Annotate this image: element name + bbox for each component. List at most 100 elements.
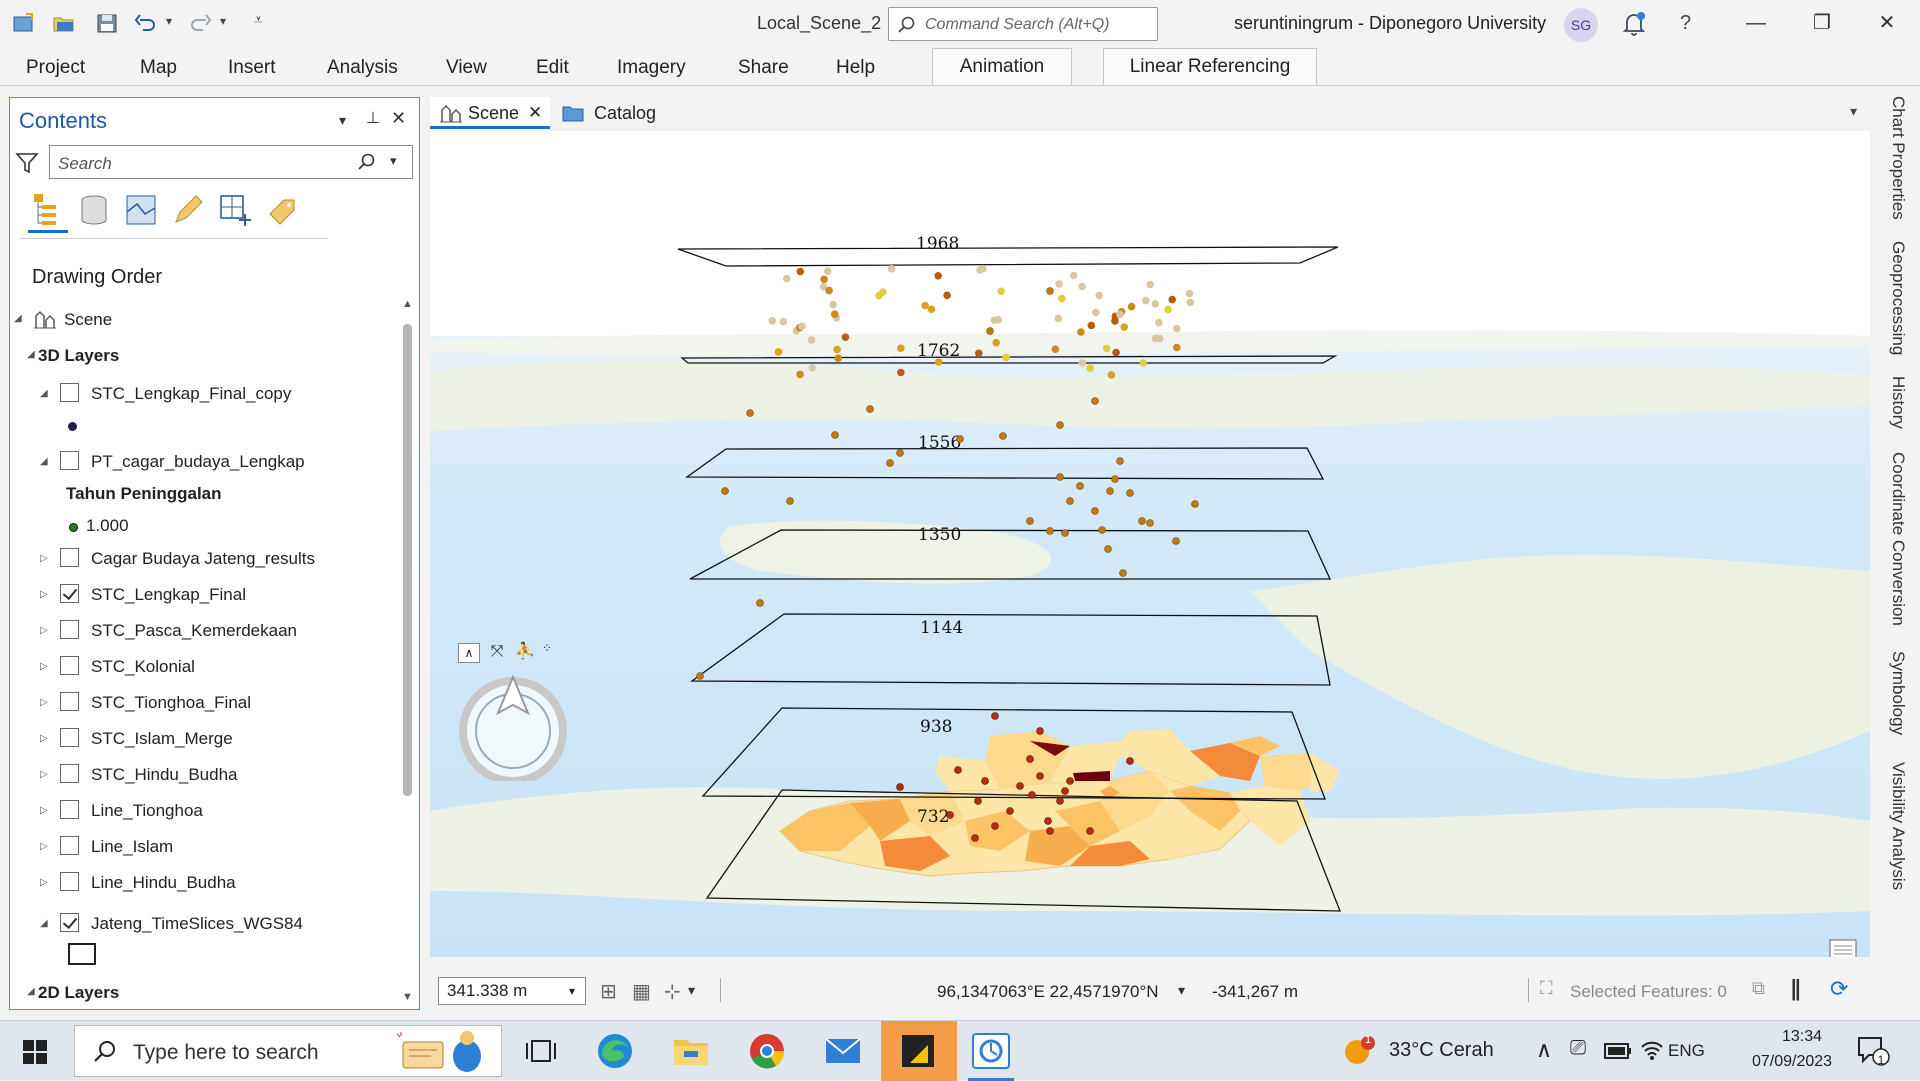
- expand-arrow-icon[interactable]: ▷: [40, 589, 48, 600]
- walk-icon[interactable]: ⛹: [514, 643, 536, 663]
- side-tab-coordinate-conversion[interactable]: Coordinate Conversion: [1888, 452, 1908, 626]
- scene-view[interactable]: 1968 1762 1556 1350 1144 938 732 ∧ ⤧ ⛹ ⁘: [430, 131, 1870, 957]
- tab-imagery[interactable]: Imagery: [617, 57, 686, 79]
- layer-row[interactable]: ▷ Line_Islam: [40, 836, 380, 858]
- layer-visibility-checkbox[interactable]: [60, 383, 79, 402]
- contents-scrollbar[interactable]: ▲ ▼: [399, 298, 415, 1006]
- layer-row-timeslices[interactable]: ◢ Jateng_TimeSlices_WGS84: [40, 913, 380, 935]
- user-name[interactable]: seruntiningrum - Diponegoro University: [1234, 13, 1546, 34]
- layer-visibility-checkbox[interactable]: [60, 913, 79, 932]
- snapping-dropdown-icon[interactable]: ▾: [688, 982, 695, 999]
- refresh-selection-icon[interactable]: ⧉: [1752, 978, 1765, 999]
- contents-search-input[interactable]: Search ▾: [49, 145, 413, 179]
- expand-arrow-icon[interactable]: ▷: [40, 697, 48, 708]
- list-by-drawing-order-icon[interactable]: [30, 192, 66, 228]
- side-tab-geoprocessing[interactable]: Geoprocessing: [1888, 241, 1908, 355]
- customize-toolbar-icon[interactable]: ⩡: [254, 12, 263, 30]
- help-button[interactable]: ?: [1680, 12, 1691, 35]
- collapse-arrow-icon[interactable]: ◢: [14, 313, 22, 324]
- pause-drawing-icon[interactable]: ∥: [1790, 976, 1801, 1002]
- edge-browser-icon[interactable]: [594, 1031, 636, 1071]
- layer-visibility-checkbox[interactable]: [60, 584, 79, 603]
- refresh-icon[interactable]: ⟳: [1830, 976, 1848, 1002]
- mail-icon[interactable]: [822, 1031, 864, 1071]
- layer-visibility-checkbox[interactable]: [60, 548, 79, 567]
- layer-row[interactable]: ▷ Cagar Budaya Jateng_results: [40, 548, 380, 570]
- redo-dropdown-icon[interactable]: ▾: [220, 14, 226, 28]
- close-pane-icon[interactable]: ✕: [391, 108, 406, 129]
- scroll-up-icon[interactable]: ▲: [402, 298, 413, 310]
- close-window-button[interactable]: ✕: [1867, 6, 1907, 40]
- tab-scene[interactable]: Scene ✕: [430, 97, 550, 129]
- tab-linear-referencing[interactable]: Linear Referencing: [1103, 48, 1317, 85]
- coordinate-format-dropdown-icon[interactable]: ▾: [1178, 982, 1185, 999]
- windows-start-icon[interactable]: [22, 1039, 48, 1065]
- layer-visibility-checkbox[interactable]: [60, 620, 79, 639]
- expand-arrow-icon[interactable]: ▷: [40, 877, 48, 888]
- command-search-input[interactable]: Command Search (Alt+Q): [888, 7, 1158, 41]
- tab-share[interactable]: Share: [738, 57, 789, 79]
- open-project-icon[interactable]: [52, 12, 76, 34]
- meet-now-icon[interactable]: ⎚: [1570, 1037, 1586, 1060]
- view-list-dropdown-icon[interactable]: ▾: [1850, 103, 1857, 120]
- tab-catalog[interactable]: Catalog: [560, 97, 670, 129]
- layer-row[interactable]: ▷ Line_Hindu_Budha: [40, 872, 380, 894]
- filter-icon[interactable]: [15, 151, 39, 175]
- layer-visibility-checkbox[interactable]: [60, 692, 79, 711]
- tab-edit[interactable]: Edit: [536, 57, 569, 79]
- scene-canvas[interactable]: 1968 1762 1556 1350 1144 938 732: [430, 131, 1870, 957]
- layer-visibility-checkbox[interactable]: [60, 451, 79, 470]
- weather-text[interactable]: 33°C Cerah: [1389, 1039, 1494, 1062]
- tab-insert[interactable]: Insert: [228, 57, 276, 79]
- battery-icon[interactable]: [1604, 1043, 1632, 1059]
- select-features-icon[interactable]: ⛶: [1540, 978, 1553, 999]
- side-tab-symbology[interactable]: Symbology: [1888, 651, 1908, 735]
- list-by-source-icon[interactable]: [76, 192, 112, 228]
- collapse-arrow-icon[interactable]: ◢: [27, 349, 35, 360]
- scene-map-toc-icon[interactable]: [1828, 937, 1858, 957]
- expand-arrow-icon[interactable]: ▷: [40, 661, 48, 672]
- close-tab-icon[interactable]: ✕: [528, 97, 542, 129]
- scroll-thumb[interactable]: [403, 324, 412, 796]
- grid-icon[interactable]: ▦: [632, 979, 651, 1004]
- search-icon[interactable]: [358, 153, 376, 171]
- arcgis-pro-icon[interactable]: [970, 1031, 1012, 1071]
- expand-arrow-icon[interactable]: ▷: [40, 805, 48, 816]
- layer-visibility-checkbox[interactable]: [60, 764, 79, 783]
- new-project-icon[interactable]: [12, 12, 36, 34]
- avatar[interactable]: SG: [1564, 8, 1598, 42]
- list-by-labeling-icon[interactable]: [264, 192, 300, 228]
- clock-date[interactable]: 07/09/2023: [1742, 1053, 1842, 1071]
- show-hidden-icons-icon[interactable]: ∧: [1536, 1037, 1552, 1063]
- expand-arrow-icon[interactable]: ▷: [40, 625, 48, 636]
- tab-animation[interactable]: Animation: [932, 48, 1072, 85]
- chrome-icon[interactable]: [746, 1031, 788, 1071]
- layer-row[interactable]: ▷ STC_Pasca_Kemerdekaan: [40, 620, 380, 642]
- side-tab-history[interactable]: History: [1888, 376, 1908, 429]
- list-by-editing-icon[interactable]: [170, 192, 206, 228]
- scale-dropdown[interactable]: 341.338 m ▾: [438, 977, 586, 1005]
- taskbar-search-input[interactable]: Type here to search: [74, 1025, 502, 1077]
- task-view-icon[interactable]: [520, 1031, 562, 1071]
- sticky-notes-icon[interactable]: [898, 1031, 940, 1071]
- minimize-button[interactable]: —: [1736, 6, 1776, 40]
- nav-collapse-icon[interactable]: ∧: [458, 643, 480, 663]
- layer-visibility-checkbox[interactable]: [60, 836, 79, 855]
- side-tab-visibility-analysis[interactable]: Visibility Analysis: [1888, 762, 1908, 890]
- undo-icon[interactable]: [134, 12, 158, 34]
- tab-analysis[interactable]: Analysis: [327, 57, 398, 79]
- expand-arrow-icon[interactable]: ▷: [40, 841, 48, 852]
- wifi-icon[interactable]: [1640, 1039, 1664, 1061]
- pin-icon[interactable]: ⊥: [366, 108, 380, 128]
- notification-bell-icon[interactable]: [1620, 10, 1648, 38]
- tab-view[interactable]: View: [446, 57, 487, 79]
- layer-visibility-checkbox[interactable]: [60, 728, 79, 747]
- list-by-selection-icon[interactable]: [123, 192, 159, 228]
- layer-row[interactable]: ▷ STC_Islam_Merge: [40, 728, 380, 750]
- collapse-arrow-icon[interactable]: ◢: [40, 456, 48, 467]
- zoom-extent-icon[interactable]: ⊞: [600, 979, 617, 1004]
- layer-row[interactable]: ▷ STC_Lengkap_Final: [40, 584, 380, 606]
- expand-arrow-icon[interactable]: ▷: [40, 769, 48, 780]
- pane-options-icon[interactable]: ▾: [339, 112, 346, 129]
- layer-row-stc-copy[interactable]: ◢ STC_Lengkap_Final_copy: [40, 383, 380, 405]
